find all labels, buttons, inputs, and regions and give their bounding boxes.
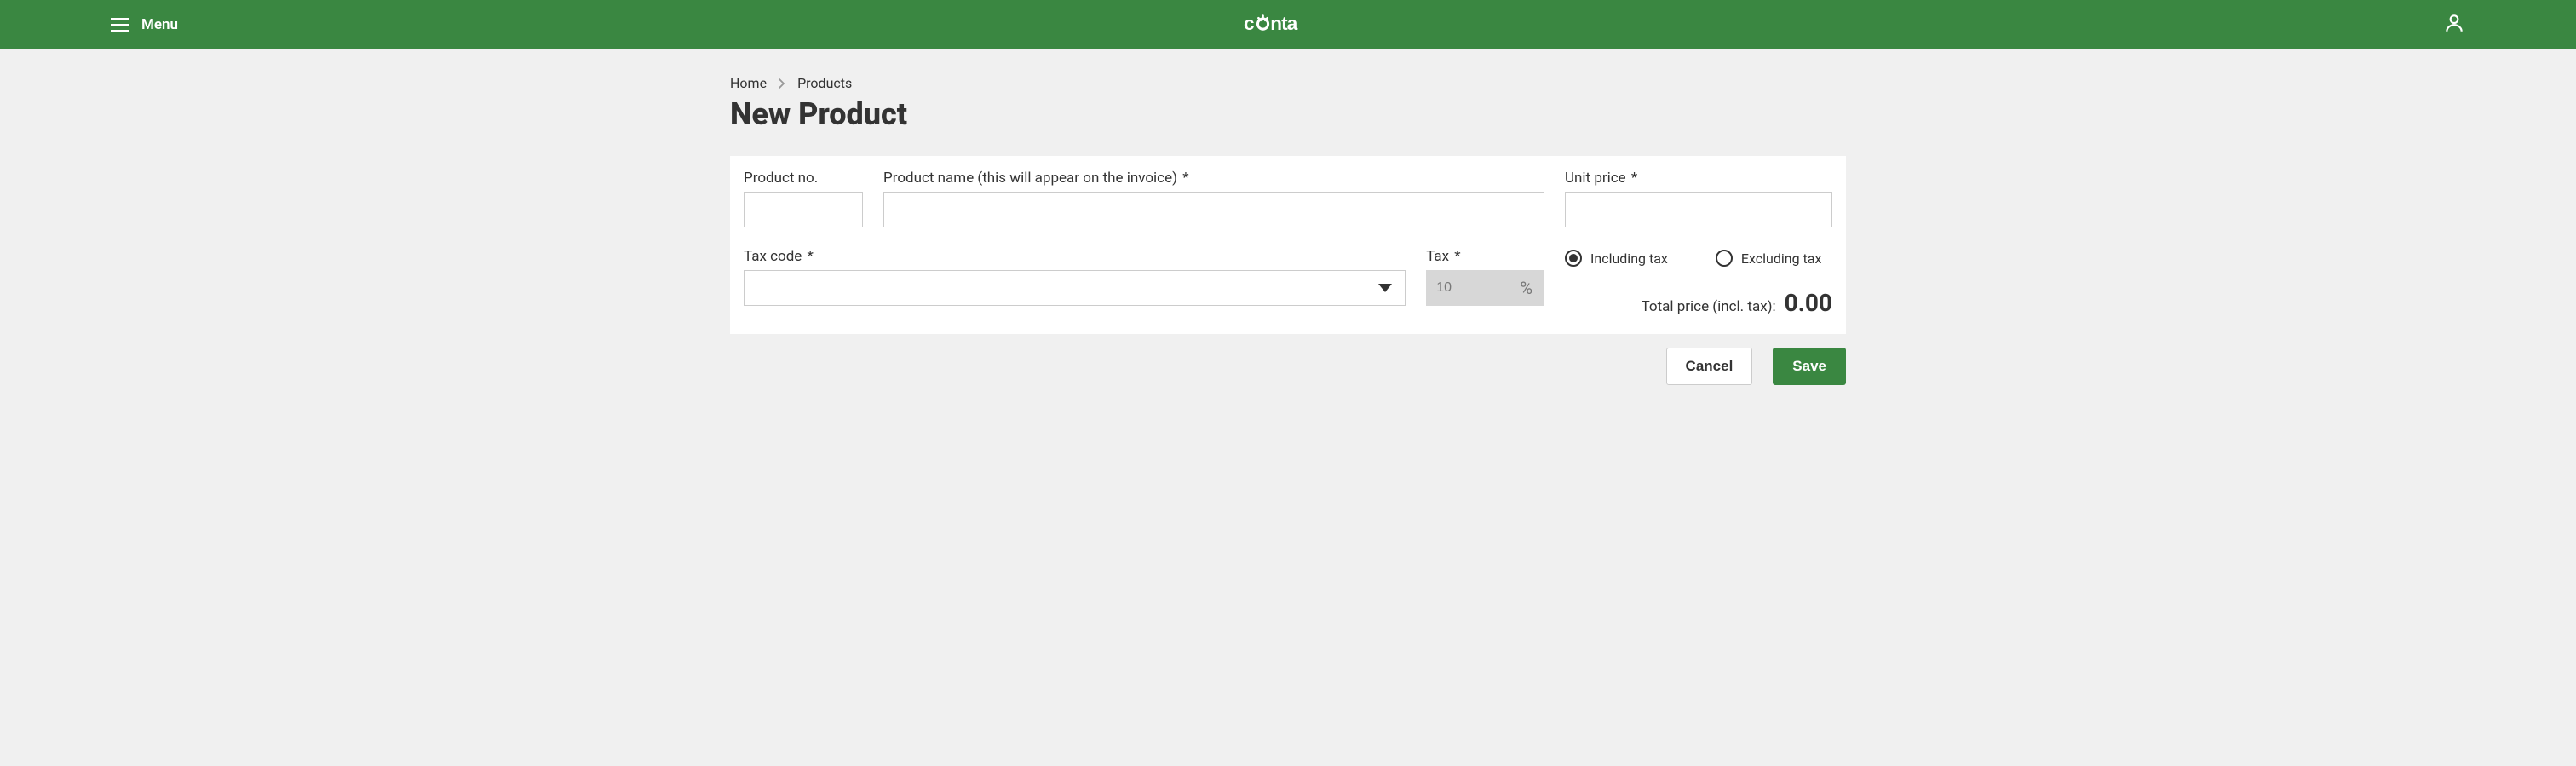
total-label: Total price (incl. tax): (1642, 298, 1776, 315)
field-tax: Tax * % (1426, 248, 1544, 306)
product-no-input[interactable] (744, 192, 863, 227)
field-product-no: Product no. (744, 170, 863, 227)
label-product-no: Product no. (744, 170, 863, 187)
breadcrumb: Home Products (730, 49, 1846, 91)
field-product-name: Product name (this will appear on the in… (883, 170, 1544, 227)
user-icon (2443, 12, 2465, 34)
unit-price-input[interactable] (1565, 192, 1832, 227)
breadcrumb-home[interactable]: Home (730, 75, 767, 91)
cancel-button[interactable]: Cancel (1666, 348, 1753, 385)
radio-label-including: Including tax (1590, 251, 1668, 267)
radio-icon (1716, 250, 1733, 267)
breadcrumb-products[interactable]: Products (797, 75, 852, 91)
radio-icon (1565, 250, 1582, 267)
svg-text:nta: nta (1270, 14, 1298, 34)
radio-excluding-tax[interactable]: Excluding tax (1716, 250, 1822, 267)
product-form-card: Product no. Product name (this will appe… (730, 156, 1846, 334)
menu-label: Menu (141, 16, 178, 33)
app-header: Menu c nta (0, 0, 2576, 49)
svg-text:c: c (1244, 14, 1254, 34)
total-row: Total price (incl. tax): 0.00 (1565, 289, 1832, 317)
product-name-input[interactable] (883, 192, 1544, 227)
total-value: 0.00 (1785, 289, 1832, 317)
user-menu[interactable] (2443, 12, 2465, 37)
label-tax: Tax * (1426, 248, 1544, 265)
radio-including-tax[interactable]: Including tax (1565, 250, 1668, 267)
tax-input (1426, 270, 1544, 306)
conta-logo-icon: c nta (1241, 14, 1335, 36)
chevron-right-icon (779, 78, 785, 89)
tax-code-select[interactable] (744, 270, 1406, 306)
label-product-name: Product name (this will appear on the in… (883, 170, 1544, 187)
menu-toggle[interactable]: Menu (111, 16, 178, 33)
field-tax-code: Tax code * (744, 248, 1406, 306)
field-unit-price: Unit price * (1565, 170, 1832, 227)
price-side: Including tax Excluding tax Total price … (1565, 248, 1832, 317)
form-actions: Cancel Save (730, 334, 1846, 399)
brand-logo[interactable]: c nta (1241, 14, 1335, 36)
label-unit-price: Unit price * (1565, 170, 1832, 187)
page-title: New Product (730, 96, 1846, 132)
tax-mode-radios: Including tax Excluding tax (1565, 250, 1832, 267)
save-button[interactable]: Save (1773, 348, 1846, 385)
hamburger-icon (111, 18, 129, 32)
label-tax-code: Tax code * (744, 248, 1406, 265)
radio-label-excluding: Excluding tax (1741, 251, 1822, 267)
